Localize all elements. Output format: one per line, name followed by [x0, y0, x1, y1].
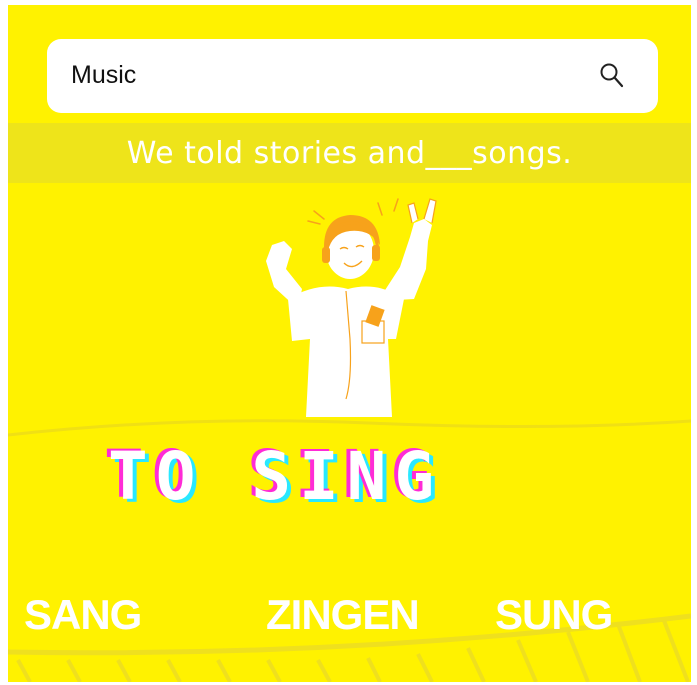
option-sang-button[interactable]: SANG: [24, 587, 142, 643]
singer-illustration: [266, 198, 437, 417]
question-sentence: We told stories and___songs.: [126, 135, 573, 171]
search-bar: [47, 39, 658, 113]
answer-options: SANG ZINGEN SUNG: [8, 587, 691, 647]
option-sung-button[interactable]: SUNG: [495, 587, 613, 643]
search-input[interactable]: [71, 53, 571, 97]
verb-title: TO SING: [108, 438, 443, 515]
question-band: We told stories and___songs.: [8, 123, 691, 183]
search-icon[interactable]: [598, 61, 628, 91]
quiz-card: We told stories and___songs.: [8, 5, 691, 682]
option-zingen-button[interactable]: ZINGEN: [266, 587, 420, 643]
